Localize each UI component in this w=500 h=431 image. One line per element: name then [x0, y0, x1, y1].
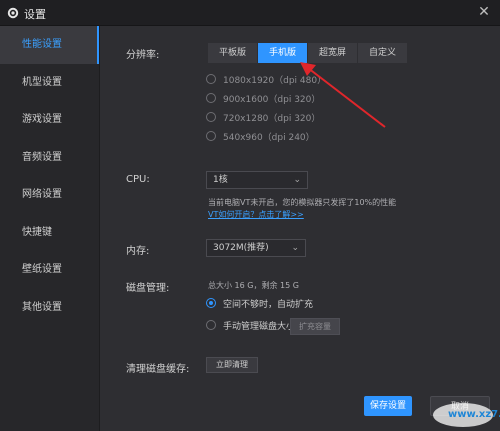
resolution-option-1080[interactable]: 1080x1920（dpi 480）	[206, 74, 326, 88]
vt-hint: 当前电脑VT未开启，您的模拟器只发挥了10%的性能	[208, 198, 397, 207]
disk-manual-option[interactable]: 手动管理磁盘大小	[206, 320, 295, 334]
disk-auto-option[interactable]: 空间不够时，自动扩充	[206, 298, 313, 312]
tab-tablet[interactable]: 平板版	[208, 43, 258, 63]
gear-icon	[7, 7, 19, 19]
cpu-label: CPU:	[126, 174, 150, 185]
window-title: 设置	[24, 8, 46, 21]
sidebar-item-performance[interactable]: 性能设置	[0, 26, 99, 64]
memory-label: 内存:	[126, 246, 150, 257]
cache-label: 清理磁盘缓存:	[126, 364, 190, 375]
close-button[interactable]: ✕	[476, 4, 492, 20]
title-bar: 设置 ✕	[0, 0, 500, 26]
radio-button-selected[interactable]	[206, 298, 216, 308]
radio-button[interactable]	[206, 74, 216, 84]
tab-phone[interactable]: 手机版	[258, 43, 308, 63]
sidebar: 性能设置 机型设置 游戏设置 音频设置 网络设置 快捷键 壁纸设置 其他设置	[0, 26, 100, 431]
vt-help-link[interactable]: VT如何开启？点击了解>>	[208, 209, 304, 220]
watermark-text: www.xz7.com	[448, 409, 500, 420]
sidebar-item-wallpaper[interactable]: 壁纸设置	[0, 251, 99, 289]
settings-panel: 分辨率: 平板版 手机版 超宽屏 自定义 1080x1920（dpi 480） …	[100, 26, 500, 431]
chevron-down-icon: ⌄	[291, 243, 299, 253]
radio-button[interactable]	[206, 131, 216, 141]
sidebar-item-audio[interactable]: 音频设置	[0, 139, 99, 177]
disk-label: 磁盘管理:	[126, 283, 170, 294]
resolution-tabs: 平板版 手机版 超宽屏 自定义	[208, 43, 408, 63]
cpu-select[interactable]: 1核 ⌄	[206, 171, 308, 189]
tab-ultrawide[interactable]: 超宽屏	[308, 43, 358, 63]
sidebar-item-other[interactable]: 其他设置	[0, 289, 99, 327]
sidebar-item-model[interactable]: 机型设置	[0, 64, 99, 102]
save-button[interactable]: 保存设置	[364, 396, 412, 416]
radio-button[interactable]	[206, 320, 216, 330]
sidebar-item-hotkeys[interactable]: 快捷键	[0, 214, 99, 252]
clear-cache-button[interactable]: 立即清理	[206, 357, 258, 373]
chevron-down-icon: ⌄	[293, 175, 301, 185]
resolution-option-540[interactable]: 540x960（dpi 240）	[206, 131, 315, 145]
disk-info: 总大小 16 G，剩余 15 G	[208, 281, 299, 290]
resolution-label: 分辨率:	[126, 50, 160, 61]
expand-capacity-button[interactable]: 扩充容量	[290, 318, 340, 335]
radio-button[interactable]	[206, 112, 216, 122]
resolution-option-720[interactable]: 720x1280（dpi 320）	[206, 112, 320, 126]
radio-button[interactable]	[206, 93, 216, 103]
resolution-option-900[interactable]: 900x1600（dpi 320）	[206, 93, 320, 107]
sidebar-item-network[interactable]: 网络设置	[0, 176, 99, 214]
memory-select[interactable]: 3072M(推荐) ⌄	[206, 239, 306, 257]
sidebar-item-game[interactable]: 游戏设置	[0, 101, 99, 139]
tab-custom[interactable]: 自定义	[358, 43, 408, 63]
